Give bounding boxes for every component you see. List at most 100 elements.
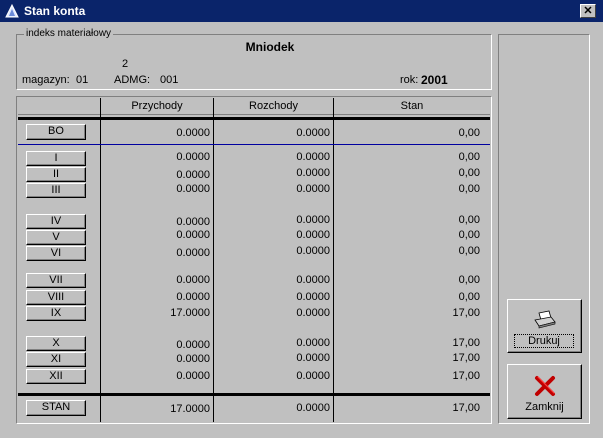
- cell-rozchody: 0.0000: [296, 214, 330, 226]
- close-x-icon: [535, 376, 555, 396]
- cell-rozchody: 0.0000: [296, 370, 330, 382]
- cell-przychody: 0.0000: [176, 339, 210, 351]
- printer-icon: [534, 310, 556, 329]
- row-label: XI: [50, 353, 62, 365]
- row-label: II: [52, 168, 60, 180]
- cell-przychody: 0.0000: [176, 274, 210, 286]
- cell-rozchody: 0.0000: [296, 337, 330, 349]
- cell-przychody: 0.0000: [176, 229, 210, 241]
- cell-stan: 0,00: [458, 274, 480, 286]
- cell-rozchody: 0.0000: [296, 151, 330, 163]
- cell-stan: 0,00: [458, 151, 480, 163]
- cell-rozchody: 0.0000: [296, 307, 330, 319]
- window-title: Stan konta: [24, 4, 86, 18]
- cell-stan: 0,00: [458, 291, 480, 303]
- row-label: III: [51, 184, 61, 196]
- cell-przychody: 0.0000: [176, 370, 210, 382]
- admg-label: ADMG:: [114, 74, 151, 86]
- cell-rozchody: 0.0000: [296, 229, 330, 241]
- cell-przychody-total: 17.0000: [170, 403, 210, 415]
- column-header-przychody: Przychody: [131, 100, 183, 112]
- row-label: VII: [49, 274, 63, 286]
- month-button-i[interactable]: I: [26, 151, 86, 166]
- admg-value: 001: [160, 74, 179, 86]
- material-code: 2: [122, 58, 129, 70]
- cell-rozchody-total: 0.0000: [296, 402, 330, 414]
- close-window-button[interactable]: ✕: [580, 4, 596, 18]
- row-label: V: [52, 231, 60, 243]
- header-rule: [18, 117, 490, 120]
- month-button-xii[interactable]: XII: [26, 369, 86, 384]
- cell-stan-total: 17,00: [452, 402, 480, 414]
- cell-przychody: 0.0000: [176, 151, 210, 163]
- cell-rozchody: 0.0000: [296, 274, 330, 286]
- magazyn-label: magazyn:: [22, 74, 70, 86]
- cell-stan: 17,00: [452, 307, 480, 319]
- rok-label: rok:: [400, 74, 419, 86]
- row-label: IX: [50, 307, 62, 319]
- month-button-v[interactable]: V: [26, 230, 86, 245]
- cell-stan: 0,00: [458, 214, 480, 226]
- column-header-stan: Stan: [400, 100, 424, 112]
- month-button-bo[interactable]: BO: [26, 124, 86, 140]
- cell-przychody: 0.0000: [176, 127, 210, 139]
- bo-separator-line: [18, 144, 490, 145]
- cell-stan: 0,00: [458, 167, 480, 179]
- row-label: VIII: [47, 291, 65, 303]
- cell-rozchody: 0.0000: [296, 352, 330, 364]
- month-button-ii[interactable]: II: [26, 167, 86, 182]
- column-divider: [100, 98, 101, 422]
- print-button-label: Drukuj: [528, 335, 560, 347]
- cell-rozchody: 0.0000: [296, 183, 330, 195]
- month-button-vi[interactable]: VI: [26, 246, 86, 261]
- magazyn-value: 01: [76, 74, 89, 86]
- cell-stan: 17,00: [452, 352, 480, 364]
- cell-przychody: 0.0000: [176, 216, 210, 228]
- cell-przychody: 0.0000: [176, 169, 210, 181]
- cell-stan: 0,00: [458, 229, 480, 241]
- row-label: VI: [50, 247, 62, 259]
- total-rule: [18, 393, 490, 396]
- row-label: XII: [49, 370, 63, 382]
- cell-rozchody: 0.0000: [296, 127, 330, 139]
- row-label: X: [52, 337, 60, 349]
- material-name: Mniodek: [245, 40, 295, 54]
- cell-stan: 17,00: [452, 337, 480, 349]
- cell-rozchody: 0.0000: [296, 245, 330, 257]
- row-label: I: [54, 152, 58, 164]
- close-button-label: Zamknij: [525, 401, 564, 413]
- column-divider: [333, 98, 334, 422]
- column-header-rozchody: Rozchody: [249, 100, 298, 112]
- month-button-iii[interactable]: III: [26, 183, 86, 198]
- row-label: IV: [50, 215, 62, 227]
- cell-przychody: 0.0000: [176, 247, 210, 259]
- rok-value: 2001: [421, 73, 448, 87]
- month-button-vii[interactable]: VII: [26, 273, 86, 288]
- header-bottom-line: [18, 114, 490, 115]
- print-button[interactable]: Drukuj: [507, 299, 582, 353]
- cell-przychody: 0.0000: [176, 291, 210, 303]
- column-divider: [213, 98, 214, 422]
- cell-stan: 0,00: [458, 183, 480, 195]
- print-button-label-frame: Drukuj: [514, 334, 574, 348]
- month-button-viii[interactable]: VIII: [26, 290, 86, 305]
- app-icon: [5, 4, 19, 18]
- cell-przychody: 0.0000: [176, 353, 210, 365]
- cell-stan: 0,00: [458, 245, 480, 257]
- cell-przychody: 17.0000: [170, 307, 210, 319]
- row-label: STAN: [41, 401, 71, 413]
- month-button-stan[interactable]: STAN: [26, 400, 86, 416]
- cell-przychody: 0.0000: [176, 183, 210, 195]
- cell-stan: 0,00: [458, 127, 480, 139]
- zamknij-button[interactable]: Zamknij: [507, 364, 582, 419]
- close-icon: ✕: [583, 5, 593, 17]
- material-index-label: indeks materiałowy: [24, 28, 114, 39]
- month-button-ix[interactable]: IX: [26, 306, 86, 321]
- cell-rozchody: 0.0000: [296, 291, 330, 303]
- cell-stan: 17,00: [452, 370, 480, 382]
- month-button-iv[interactable]: IV: [26, 214, 86, 229]
- month-button-xi[interactable]: XI: [26, 352, 86, 367]
- cell-rozchody: 0.0000: [296, 167, 330, 179]
- month-button-x[interactable]: X: [26, 336, 86, 351]
- row-label: BO: [48, 125, 64, 137]
